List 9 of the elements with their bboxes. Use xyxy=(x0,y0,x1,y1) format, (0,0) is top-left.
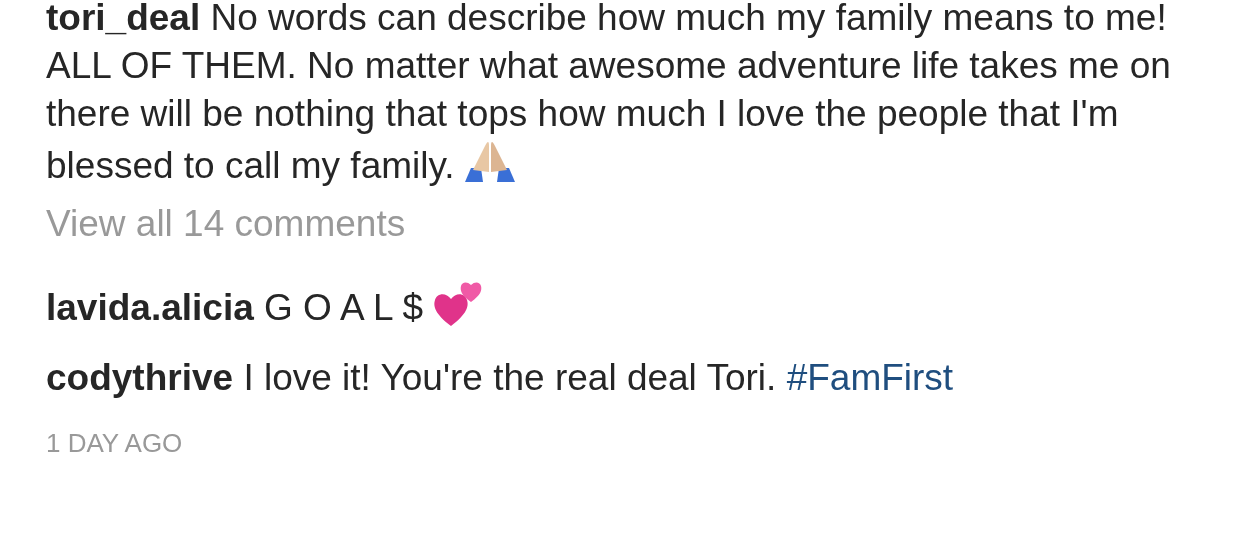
timestamp: 1 DAY AGO xyxy=(46,427,184,460)
username-link[interactable]: lavida.alicia xyxy=(46,287,254,328)
comment-text: lavida.alicia G O A L $ xyxy=(46,280,1182,332)
caption-text: tori_deal No words can describe how much my family means to me! ALL OF THEM. No matter what awesome adventure life takes me on there will be nothing that tops how much I love the people that I'm blessed to call my family. xyxy=(46,0,1172,188)
comment-text: codythrive I love it! You're the real deal Tori. #FamFirst xyxy=(46,356,955,400)
hashtag-link[interactable]: #FamFirst xyxy=(786,357,954,398)
username-link[interactable]: tori_deal xyxy=(46,0,201,38)
hearts-icon xyxy=(431,280,484,328)
username-link[interactable]: codythrive xyxy=(46,357,234,398)
